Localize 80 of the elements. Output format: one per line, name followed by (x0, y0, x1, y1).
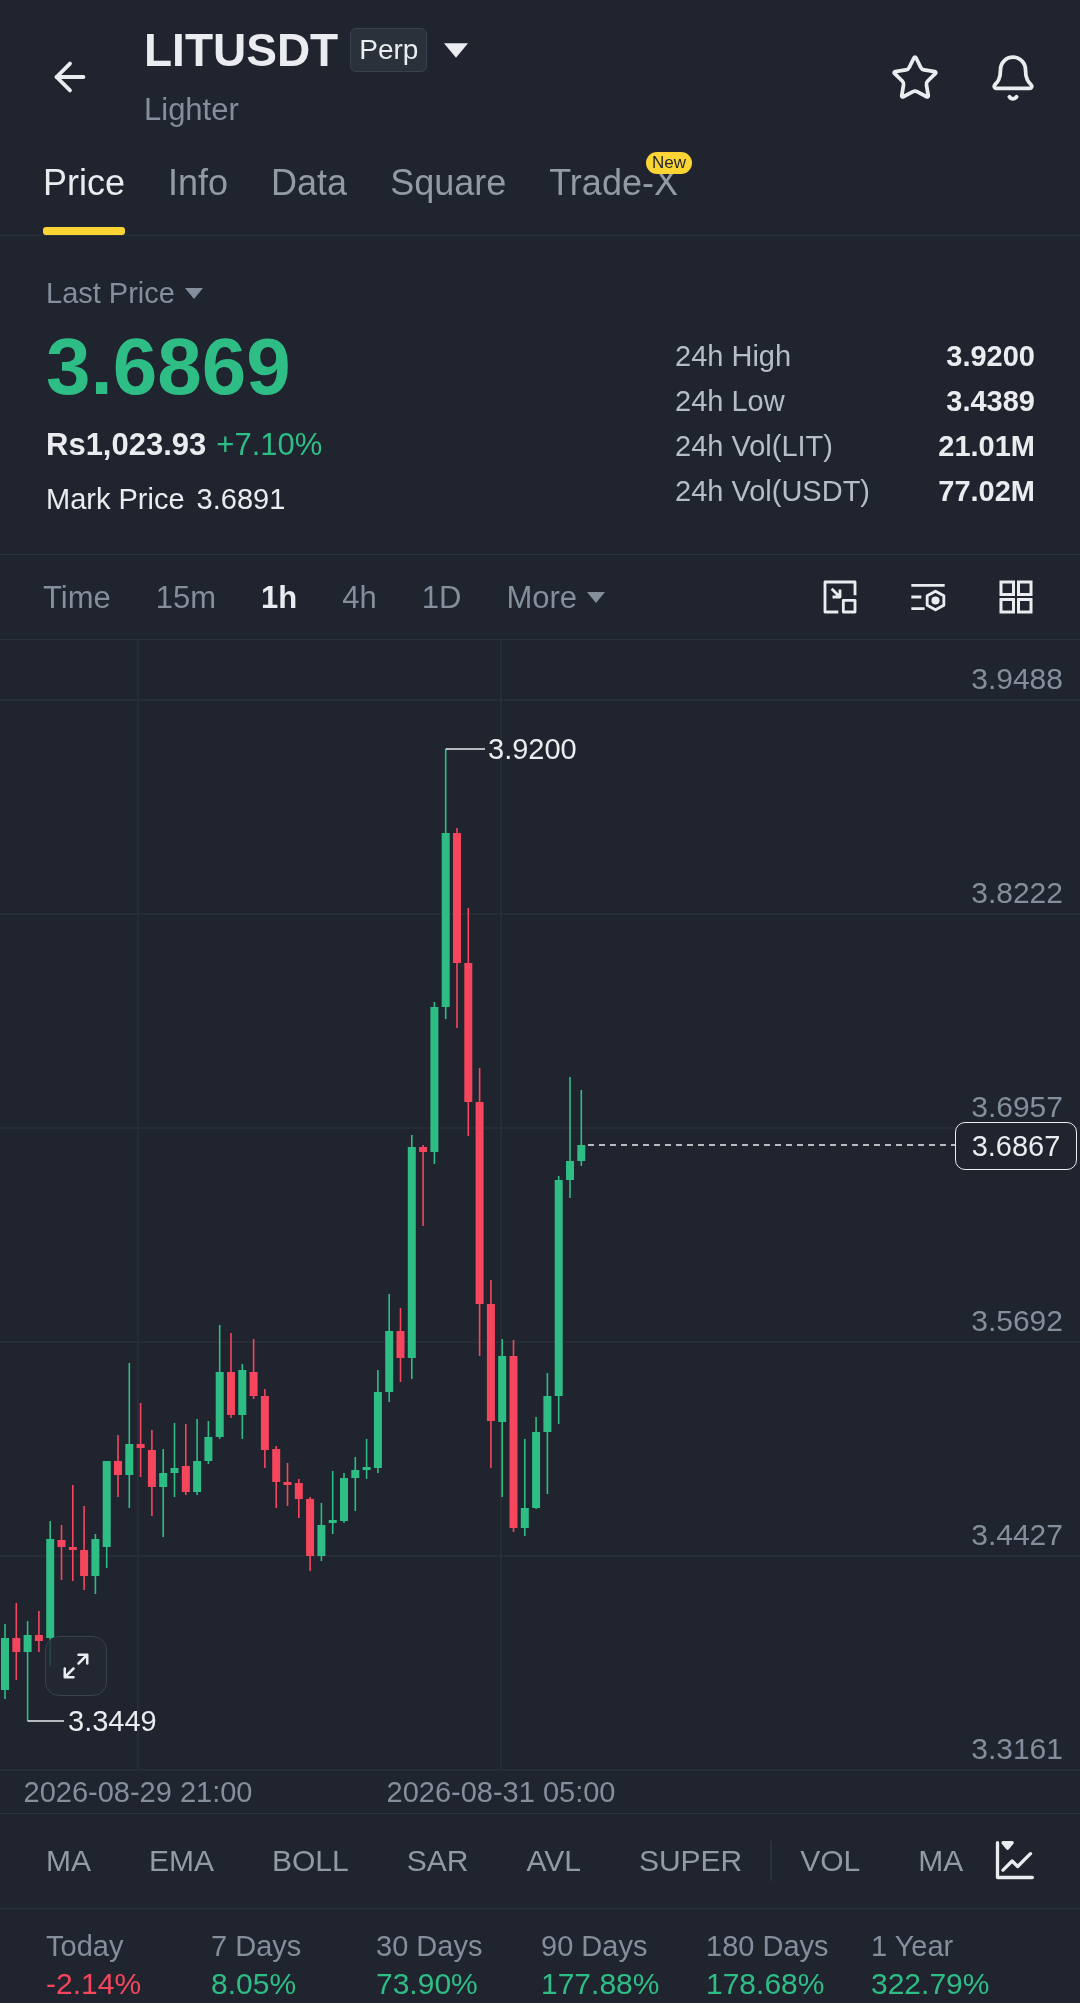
period-label: 90 Days (541, 1929, 648, 1964)
rising-candle (328, 1470, 337, 1535)
rising-candle (362, 1438, 371, 1480)
last-price-dropdown[interactable]: Last Price (46, 274, 203, 312)
stat-value: 77.02M (938, 477, 1035, 506)
indicator-tab[interactable]: VOL (800, 1846, 861, 1876)
falling-candle (294, 1478, 303, 1519)
mark-price-label: Mark Price (46, 484, 185, 514)
falling-candle (272, 1445, 281, 1509)
rising-candle (351, 1456, 360, 1512)
stat-label: 24h Low (675, 387, 786, 416)
stat-value: 3.4389 (946, 387, 1035, 416)
falling-candle (249, 1338, 258, 1400)
more-intervals-dropdown[interactable]: More (506, 581, 605, 613)
expand-chart-button[interactable] (45, 1636, 107, 1696)
low-price-leader-line (26, 1720, 65, 1722)
stat-label: 24h Vol(USDT) (675, 477, 870, 506)
rising-candle (91, 1533, 100, 1595)
price-axis-label: 3.8222 (971, 876, 1063, 909)
period-change-value: 73.90% (376, 1966, 478, 2002)
high-price-leader-line (444, 748, 486, 750)
contract-type-badge: Perp (350, 28, 428, 72)
fiat-price-value: Rs1,023.93 (46, 428, 207, 460)
interval-tab[interactable]: 4h (342, 581, 377, 613)
period-change-value: 322.79% (871, 1966, 990, 2002)
time-axis-label: 2026-08-31 05:00 (386, 1776, 616, 1808)
caret-icon (184, 287, 203, 299)
falling-candle (57, 1524, 66, 1581)
price-axis-label: 3.4427 (971, 1518, 1063, 1551)
falling-candle (114, 1434, 122, 1498)
stat-label: 24h Vol(LIT) (675, 432, 834, 461)
tab[interactable]: Data (271, 150, 348, 235)
period-change-value: 177.88% (541, 1966, 660, 2002)
price-axis-label: 3.3161 (971, 1732, 1063, 1765)
new-badge: New (645, 152, 692, 174)
stat-value: 3.9200 (946, 342, 1035, 371)
period-change-value: 8.05% (211, 1966, 297, 2002)
interval-tab[interactable]: Time (43, 581, 111, 613)
last-price-value: 3.6869 (46, 327, 292, 407)
indicator-tab[interactable]: SUPER (638, 1846, 743, 1876)
rising-candle (340, 1472, 348, 1524)
period-label: 30 Days (376, 1929, 483, 1964)
interval-tab[interactable]: 15m (155, 581, 217, 613)
time-axis-label: 2026-08-29 21:00 (23, 1776, 253, 1808)
indicator-tab[interactable]: AVL (526, 1846, 581, 1876)
period-change-value: 178.68% (706, 1966, 825, 2002)
low-price-label: 3.3449 (68, 1705, 157, 1737)
stat-value: 21.01M (938, 432, 1035, 461)
interval-tab[interactable]: 1D (421, 581, 462, 613)
exchange-subtitle: Lighter (144, 92, 240, 128)
caret-icon (587, 591, 605, 603)
period-label: 180 Days (706, 1929, 829, 1964)
stat-label: 24h High (675, 342, 793, 371)
indicator-tab[interactable]: EMA (149, 1846, 214, 1876)
tab[interactable]: Price (43, 150, 126, 235)
rising-candle (204, 1420, 213, 1465)
tab[interactable]: Info (168, 150, 229, 235)
high-price-label: 3.9200 (488, 733, 577, 765)
indicator-tab[interactable]: SAR (406, 1846, 469, 1876)
tab[interactable]: Square (390, 150, 507, 235)
period-label: Today (46, 1929, 124, 1964)
indicator-tab[interactable]: BOLL (272, 1846, 349, 1876)
price-change-percent: +7.10% (216, 428, 323, 460)
price-axis-label: 3.5692 (971, 1304, 1063, 1337)
indicator-tab[interactable]: MA (918, 1846, 964, 1876)
period-label: 1 Year (871, 1929, 954, 1964)
last-price-tag: 3.6867 (955, 1122, 1077, 1170)
rising-candle (317, 1502, 326, 1562)
falling-candle (34, 1610, 43, 1653)
pair-title: LITUSDT (144, 23, 339, 78)
interval-tab[interactable]: 1h (261, 581, 298, 613)
falling-candle (283, 1462, 292, 1507)
period-change-value: -2.14% (46, 1966, 142, 2002)
mark-price-value: 3.6891 (196, 484, 286, 514)
indicator-tab[interactable]: MA (46, 1846, 91, 1876)
price-axis-label: 3.9488 (971, 662, 1063, 695)
expand-icon (61, 1651, 91, 1681)
caret-icon (444, 42, 469, 58)
price-axis-label: 3.6957 (971, 1090, 1063, 1123)
period-label: 7 Days (211, 1929, 302, 1964)
